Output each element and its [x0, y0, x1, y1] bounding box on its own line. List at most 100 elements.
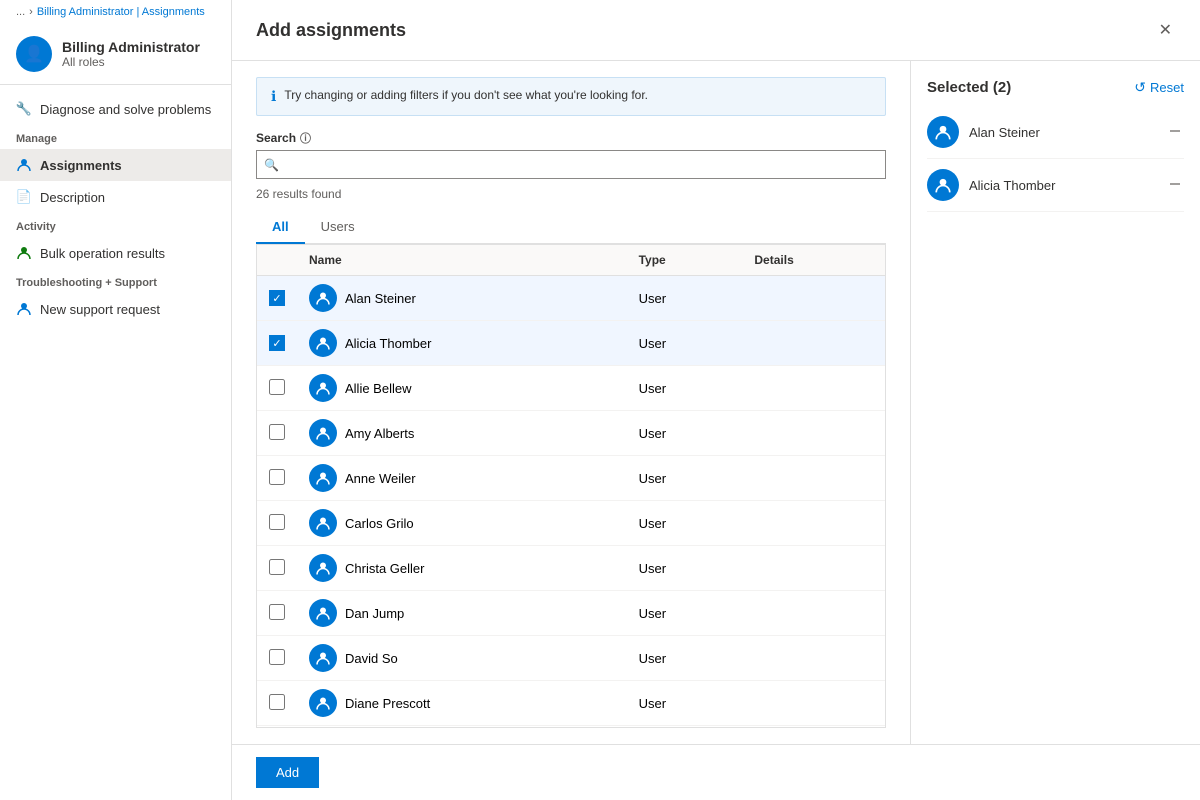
breadcrumb-link[interactable]: Billing Administrator | Assignments — [37, 6, 205, 18]
sidebar-item-support[interactable]: New support request — [0, 293, 231, 325]
selected-title: Selected (2) — [927, 79, 1011, 96]
user-cell: Allie Bellew — [309, 374, 615, 402]
user-avatar — [309, 644, 337, 672]
assignments-icon — [16, 157, 32, 173]
checkbox-cell — [257, 366, 297, 411]
name-cell: David So — [297, 636, 627, 681]
table-row: Amy Alberts User — [257, 411, 885, 456]
details-cell — [742, 321, 885, 366]
type-cell: User — [627, 456, 743, 501]
checkbox-checked[interactable]: ✓ — [269, 335, 285, 351]
modal-footer: Add — [232, 744, 1200, 800]
sidebar-item-diagnose[interactable]: 🔧 Diagnose and solve problems — [0, 93, 231, 125]
details-cell — [742, 411, 885, 456]
user-cell: Amy Alberts — [309, 419, 615, 447]
table-row: Carlos Grilo User — [257, 501, 885, 546]
checkbox-cell: ✓ — [257, 321, 297, 366]
selected-user-avatar — [927, 116, 959, 148]
type-cell: User — [627, 321, 743, 366]
table-body: ✓ Alan Steiner User✓ Alicia Thomber User… — [257, 276, 885, 726]
sidebar-item-diagnose-label: Diagnose and solve problems — [40, 102, 211, 117]
details-cell — [742, 636, 885, 681]
sidebar-item-bulk[interactable]: Bulk operation results — [0, 237, 231, 269]
table-header-row: Name Type Details — [257, 245, 885, 276]
col-type: Type — [627, 245, 743, 276]
user-cell: Alan Steiner — [309, 284, 615, 312]
checkbox-cell — [257, 546, 297, 591]
checkbox-checked[interactable]: ✓ — [269, 290, 285, 306]
checkbox-unchecked[interactable] — [269, 604, 285, 620]
modal-title: Add assignments — [256, 20, 406, 41]
name-cell: Amy Alberts — [297, 411, 627, 456]
selected-users-list: Alan Steiner Alicia Thomber — [927, 106, 1184, 212]
search-label: Search ⓘ — [256, 130, 886, 146]
name-cell: Allie Bellew — [297, 366, 627, 411]
manage-section-label: Manage — [0, 125, 231, 149]
sidebar-item-assignments[interactable]: Assignments — [0, 149, 231, 181]
details-cell — [742, 591, 885, 636]
search-input-wrap: 🔍 — [256, 150, 886, 179]
name-cell: Alicia Thomber — [297, 321, 627, 366]
add-assignments-modal: Add assignments ✕ ℹ Try changing or addi… — [232, 0, 1200, 800]
user-name: Alan Steiner — [345, 291, 416, 306]
modal-header: Add assignments ✕ — [232, 0, 1200, 61]
user-avatar — [309, 509, 337, 537]
users-table-container[interactable]: Name Type Details ✓ Alan Steiner User✓ — [256, 244, 886, 728]
selected-user-name: Alan Steiner — [969, 125, 1156, 140]
checkbox-cell — [257, 501, 297, 546]
user-cell: David So — [309, 644, 615, 672]
user-name: Christa Geller — [345, 561, 424, 576]
breadcrumb[interactable]: ... › Billing Administrator | Assignment… — [0, 0, 231, 24]
delete-selected-user-button[interactable] — [1166, 122, 1184, 143]
col-name: Name — [297, 245, 627, 276]
col-checkbox — [257, 245, 297, 276]
modal-left-panel: ℹ Try changing or adding filters if you … — [232, 61, 910, 744]
selected-header: Selected (2) ↺ Reset — [927, 77, 1184, 98]
activity-section-label: Activity — [0, 213, 231, 237]
table-row: David So User — [257, 636, 885, 681]
table-row: Anne Weiler User — [257, 456, 885, 501]
type-cell: User — [627, 591, 743, 636]
delete-selected-user-button[interactable] — [1166, 175, 1184, 196]
name-cell: Carlos Grilo — [297, 501, 627, 546]
checkbox-unchecked[interactable] — [269, 379, 285, 395]
checkbox-unchecked[interactable] — [269, 649, 285, 665]
checkbox-unchecked[interactable] — [269, 559, 285, 575]
user-name: Dan Jump — [345, 606, 404, 621]
tab-users[interactable]: Users — [305, 211, 371, 244]
modal-close-button[interactable]: ✕ — [1155, 16, 1176, 44]
search-help-icon: ⓘ — [300, 130, 311, 146]
checkbox-unchecked[interactable] — [269, 469, 285, 485]
details-cell — [742, 501, 885, 546]
search-icon: 🔍 — [264, 158, 279, 172]
reset-button[interactable]: ↺ Reset — [1134, 77, 1184, 98]
reset-label: Reset — [1150, 80, 1184, 95]
add-button[interactable]: Add — [256, 757, 319, 788]
sidebar-title: Billing Administrator — [62, 39, 200, 55]
sidebar-item-description[interactable]: 📄 Description — [0, 181, 231, 213]
table-row: Dan Jump User — [257, 591, 885, 636]
details-cell — [742, 276, 885, 321]
selected-user-avatar — [927, 169, 959, 201]
table-row: Allie Bellew User — [257, 366, 885, 411]
tab-all[interactable]: All — [256, 211, 305, 244]
modal-body: ℹ Try changing or adding filters if you … — [232, 61, 1200, 744]
sidebar-item-bulk-label: Bulk operation results — [40, 246, 165, 261]
name-cell: Dan Jump — [297, 591, 627, 636]
breadcrumb-dots[interactable]: ... — [16, 6, 25, 18]
table-row: Diane Prescott User — [257, 681, 885, 726]
user-name: Anne Weiler — [345, 471, 416, 486]
user-avatar — [309, 374, 337, 402]
table-row: ✓ Alicia Thomber User — [257, 321, 885, 366]
type-cell: User — [627, 501, 743, 546]
search-input[interactable] — [256, 150, 886, 179]
table-row: ✓ Alan Steiner User — [257, 276, 885, 321]
user-name: David So — [345, 651, 398, 666]
checkbox-unchecked[interactable] — [269, 424, 285, 440]
user-name: Carlos Grilo — [345, 516, 414, 531]
user-cell: Dan Jump — [309, 599, 615, 627]
checkbox-unchecked[interactable] — [269, 694, 285, 710]
checkbox-unchecked[interactable] — [269, 514, 285, 530]
sidebar-title-group: Billing Administrator All roles — [62, 39, 200, 69]
checkbox-cell — [257, 411, 297, 456]
